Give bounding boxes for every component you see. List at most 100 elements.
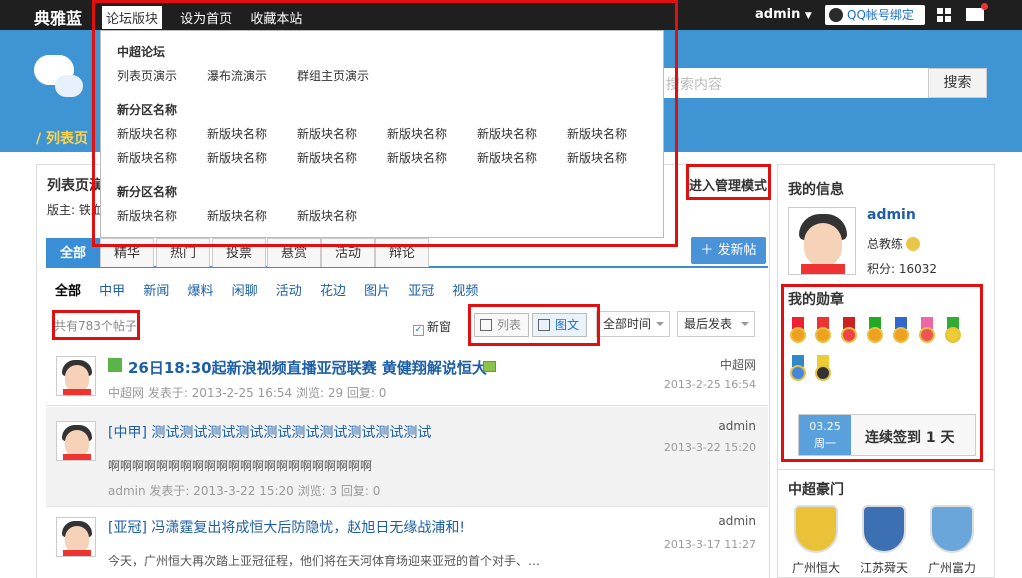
category-news[interactable]: 新闻 <box>143 280 169 299</box>
time-filter-dropdown[interactable]: 全部时间 <box>596 311 670 337</box>
dropdown-forum-link[interactable]: 新版块名称 <box>387 149 447 166</box>
category-chat[interactable]: 闲聊 <box>232 280 258 299</box>
post-date: 2013-3-17 11:27 <box>663 538 756 551</box>
tab-digest[interactable]: 精华 <box>100 238 154 267</box>
post-excerpt: 啊啊啊啊啊啊啊啊啊啊啊啊啊啊啊啊啊啊啊啊啊啊 <box>108 459 373 473</box>
category-zhongjia[interactable]: 中甲 <box>99 280 125 299</box>
post-title[interactable]: 26日18:30起新浪视频直播亚冠联赛 黄健翔解说恒大 <box>128 357 487 378</box>
tab-debate[interactable]: 辩论 <box>375 238 429 267</box>
new-window-checkbox[interactable]: ✓ 新窗 <box>413 318 451 336</box>
mail-icon[interactable] <box>966 3 988 21</box>
site-logo[interactable]: 典雅蓝 <box>34 5 82 29</box>
category-video[interactable]: 视频 <box>452 280 478 299</box>
post-title[interactable]: [亚冠] 冯潇霆复出将成恒大后防隐忧，赵旭日无缘战浦和! <box>108 517 465 537</box>
post-tag[interactable]: [中甲] <box>108 425 147 441</box>
checkin-box[interactable]: 03.25 周一 连续签到 1 天 <box>798 414 976 456</box>
dropdown-forum-link[interactable]: 新版块名称 <box>207 125 267 142</box>
forum-sections-dropdown: 中超论坛 列表页演示 瀑布流演示 群组主页演示 新分区名称 新版块名称 新版块名… <box>100 30 664 238</box>
divider <box>778 469 994 470</box>
new-post-button[interactable]: ＋ 发新帖 <box>691 237 766 264</box>
dropdown-forum-link[interactable]: 群组主页演示 <box>297 67 369 84</box>
dropdown-forum-link[interactable]: 新版块名称 <box>297 149 357 166</box>
medal-icon[interactable] <box>917 317 937 347</box>
category-acl[interactable]: 亚冠 <box>408 280 434 299</box>
user-menu-label: admin <box>755 7 801 22</box>
app-grid-icon[interactable] <box>937 8 951 22</box>
search-button[interactable]: 搜索 <box>928 68 987 98</box>
medal-icon[interactable] <box>865 317 885 347</box>
dropdown-forum-link[interactable]: 新版块名称 <box>297 207 357 224</box>
manage-mode-link[interactable]: 进入管理模式 <box>689 175 767 194</box>
category-all[interactable]: 全部 <box>55 280 81 299</box>
nav-forum-sections[interactable]: 论坛版块 <box>102 6 163 29</box>
post-author[interactable]: admin <box>718 419 756 433</box>
qq-bind-button[interactable]: QQ帐号绑定 <box>825 5 925 25</box>
post-row[interactable]: [中甲] 测试测试测试测试测试测试测试测试测试测试 啊啊啊啊啊啊啊啊啊啊啊啊啊啊… <box>46 407 768 507</box>
category-pictures[interactable]: 图片 <box>364 280 390 299</box>
avatar[interactable] <box>56 356 96 396</box>
chat-bubble-logo-icon-small <box>55 75 83 97</box>
view-list-label: 列表 <box>497 318 522 332</box>
tab-hot[interactable]: 热门 <box>156 238 210 267</box>
nav-set-homepage[interactable]: 设为首页 <box>180 8 232 27</box>
search-input[interactable]: 搜索内容 <box>660 68 928 98</box>
dropdown-forum-link[interactable]: 新版块名称 <box>567 125 627 142</box>
post-row[interactable]: [亚冠] 冯潇霆复出将成恒大后防隐忧，赵旭日无缘战浦和! 今天，广州恒大再次踏上… <box>46 508 768 578</box>
sort-dropdown[interactable]: 最后发表 <box>677 311 755 337</box>
avatar[interactable] <box>56 517 96 557</box>
dropdown-forum-link[interactable]: 新版块名称 <box>567 149 627 166</box>
category-activity[interactable]: 活动 <box>276 280 302 299</box>
dropdown-forum-link[interactable]: 新版块名称 <box>387 125 447 142</box>
dropdown-forum-link[interactable]: 新版块名称 <box>117 125 177 142</box>
dropdown-section-title[interactable]: 新分区名称 <box>117 183 177 200</box>
user-rank-label: 总教练 <box>867 237 904 251</box>
club-name: 广州富力 <box>928 561 977 575</box>
tab-reward[interactable]: 悬赏 <box>267 238 321 267</box>
username-link[interactable]: admin <box>867 207 916 223</box>
avatar[interactable] <box>56 421 96 461</box>
post-tag[interactable]: [亚冠] <box>108 520 147 536</box>
user-avatar[interactable] <box>788 207 856 275</box>
post-row[interactable]: 26日18:30起新浪视频直播亚冠联赛 黄健翔解说恒大 中超网 发表于: 201… <box>46 346 768 406</box>
medal-icon[interactable] <box>891 317 911 347</box>
view-image-button[interactable]: 图文 <box>532 313 587 337</box>
dropdown-section-title[interactable]: 中超论坛 <box>117 43 165 60</box>
post-count: 共有783个帖子 <box>54 319 137 333</box>
category-leak[interactable]: 爆料 <box>187 280 213 299</box>
forum-moderator[interactable]: 版主: 铁血 <box>47 201 103 218</box>
dropdown-forum-link[interactable]: 新版块名称 <box>117 207 177 224</box>
dropdown-forum-link[interactable]: 新版块名称 <box>207 149 267 166</box>
dropdown-forum-link[interactable]: 新版块名称 <box>297 125 357 142</box>
medal-icon[interactable] <box>943 317 963 347</box>
breadcrumb[interactable]: / 列表页 <box>36 128 88 148</box>
dropdown-forum-link[interactable]: 新版块名称 <box>207 207 267 224</box>
dropdown-forum-link[interactable]: 新版块名称 <box>117 149 177 166</box>
user-menu[interactable]: admin ▼ <box>755 7 812 22</box>
medal-icon[interactable] <box>813 317 833 347</box>
tab-poll[interactable]: 投票 <box>212 238 266 267</box>
post-excerpt: 今天，广州恒大再次踏上亚冠征程，他们将在天河体育场迎来亚冠的首个对手、… <box>108 554 541 568</box>
post-title-text[interactable]: 测试测试测试测试测试测试测试测试测试测试 <box>151 425 431 441</box>
dropdown-section-title[interactable]: 新分区名称 <box>117 101 177 118</box>
medal-icon[interactable] <box>813 355 833 385</box>
tab-activity[interactable]: 活动 <box>321 238 375 267</box>
checkin-date: 03.25 周一 <box>799 415 851 455</box>
post-author[interactable]: admin <box>718 514 756 528</box>
category-gossip[interactable]: 花边 <box>320 280 346 299</box>
tab-all[interactable]: 全部 <box>46 238 100 267</box>
view-list-button[interactable]: 列表 <box>474 313 529 337</box>
dropdown-forum-link[interactable]: 瀑布流演示 <box>207 67 267 84</box>
post-title-text[interactable]: 冯潇霆复出将成恒大后防隐忧，赵旭日无缘战浦和! <box>151 520 465 536</box>
post-author[interactable]: 中超网 <box>720 356 756 373</box>
dropdown-forum-link[interactable]: 列表页演示 <box>117 67 177 84</box>
dropdown-forum-link[interactable]: 新版块名称 <box>477 125 537 142</box>
post-title[interactable]: [中甲] 测试测试测试测试测试测试测试测试测试测试 <box>108 422 431 442</box>
medal-icon[interactable] <box>788 355 808 385</box>
club-item[interactable]: 广州富力 <box>928 505 976 576</box>
dropdown-forum-link[interactable]: 新版块名称 <box>477 149 537 166</box>
club-item[interactable]: 广州恒大 <box>792 505 840 576</box>
medal-icon[interactable] <box>788 317 808 347</box>
medal-icon[interactable] <box>839 317 859 347</box>
club-item[interactable]: 江苏舜天 <box>860 505 908 576</box>
nav-bookmark-site[interactable]: 收藏本站 <box>250 8 302 27</box>
